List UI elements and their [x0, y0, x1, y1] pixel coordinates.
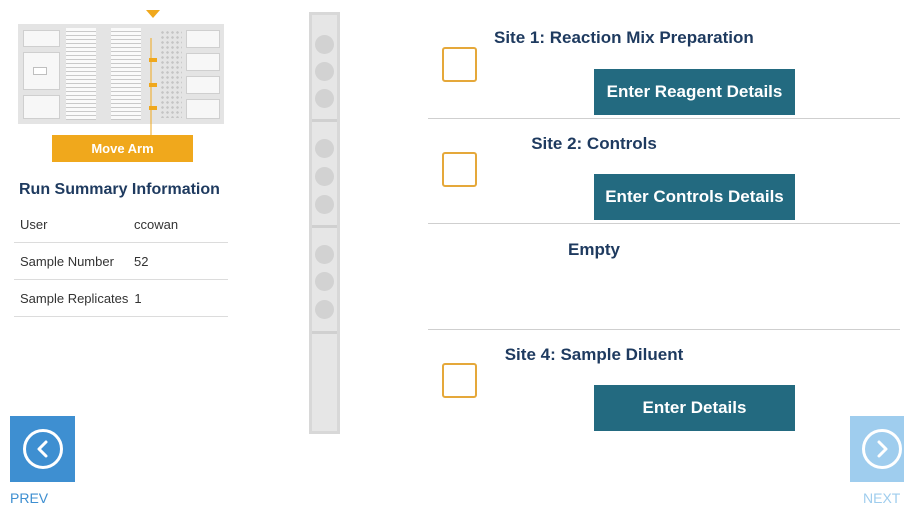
- summary-row-sample-replicates: Sample Replicates 1: [14, 280, 228, 317]
- arm-rail: [150, 38, 152, 138]
- site-4-title: Site 4: Sample Diluent: [504, 345, 684, 364]
- reagent-rack: [309, 12, 340, 434]
- rack-well: [315, 245, 334, 264]
- site-2-panel: Site 2: Controls Enter Controls Details: [428, 119, 900, 224]
- rack-well: [315, 89, 334, 108]
- deck-slot: [186, 76, 220, 94]
- well-plate: [160, 30, 182, 118]
- deck-slot: [33, 67, 47, 75]
- arm-position-marker: [146, 10, 160, 18]
- summary-row-sample-number: Sample Number 52: [14, 243, 228, 280]
- move-arm-button[interactable]: Move Arm: [52, 135, 193, 162]
- rack-well: [315, 139, 334, 158]
- tip-rack: [66, 28, 96, 120]
- summary-value: ccowan: [134, 216, 179, 232]
- prev-button[interactable]: [10, 416, 75, 482]
- rack-well: [315, 300, 334, 319]
- deck-layout-thumbnail: [18, 10, 224, 138]
- site-3-panel: Empty: [428, 224, 900, 330]
- run-summary-table: User ccowan Sample Number 52 Sample Repl…: [14, 206, 228, 317]
- rack-well: [315, 167, 334, 186]
- summary-label: Sample Replicates: [20, 290, 129, 306]
- site-2-title: Site 2: Controls: [531, 134, 657, 153]
- arm-mark: [149, 58, 157, 62]
- enter-controls-details-button[interactable]: Enter Controls Details: [594, 174, 795, 220]
- run-summary-title: Run Summary Information: [19, 181, 220, 198]
- rack-well: [315, 272, 334, 291]
- prev-label: PREV: [10, 490, 49, 506]
- enter-reagent-details-button[interactable]: Enter Reagent Details: [594, 69, 795, 115]
- rack-well: [315, 62, 334, 81]
- rack-divider: [312, 225, 337, 228]
- site-2-checkbox[interactable]: [442, 152, 477, 187]
- summary-value: 52: [134, 253, 149, 269]
- rack-divider: [312, 331, 337, 334]
- enter-details-button[interactable]: Enter Details: [594, 385, 795, 431]
- deck-slot: [186, 99, 220, 119]
- chevron-right-icon: [862, 429, 902, 469]
- deck-slot: [186, 53, 220, 71]
- rack-divider: [312, 119, 337, 122]
- tip-rack: [111, 28, 141, 120]
- chevron-left-icon: [22, 429, 63, 469]
- summary-label: Sample Number: [20, 253, 114, 269]
- site-4-checkbox[interactable]: [442, 363, 477, 398]
- site-1-title: Site 1: Reaction Mix Preparation: [494, 28, 754, 47]
- rack-well: [315, 35, 334, 54]
- summary-value: 1: [134, 290, 142, 306]
- site-1-checkbox[interactable]: [442, 47, 477, 82]
- arm-mark: [149, 106, 157, 110]
- deck-slot: [23, 95, 60, 119]
- summary-row-user: User ccowan: [14, 206, 228, 243]
- deck-map: [18, 24, 224, 138]
- site-1-panel: Site 1: Reaction Mix Preparation Enter R…: [428, 0, 900, 119]
- next-label: NEXT: [863, 490, 901, 506]
- site-4-panel: Site 4: Sample Diluent Enter Details: [428, 330, 900, 440]
- deck-slot: [23, 30, 60, 47]
- rack-well: [315, 195, 334, 214]
- arm-mark: [149, 83, 157, 87]
- site-3-title: Empty: [568, 240, 620, 259]
- summary-label: User: [20, 216, 48, 232]
- next-button[interactable]: [850, 416, 904, 482]
- deck-slot: [186, 30, 220, 48]
